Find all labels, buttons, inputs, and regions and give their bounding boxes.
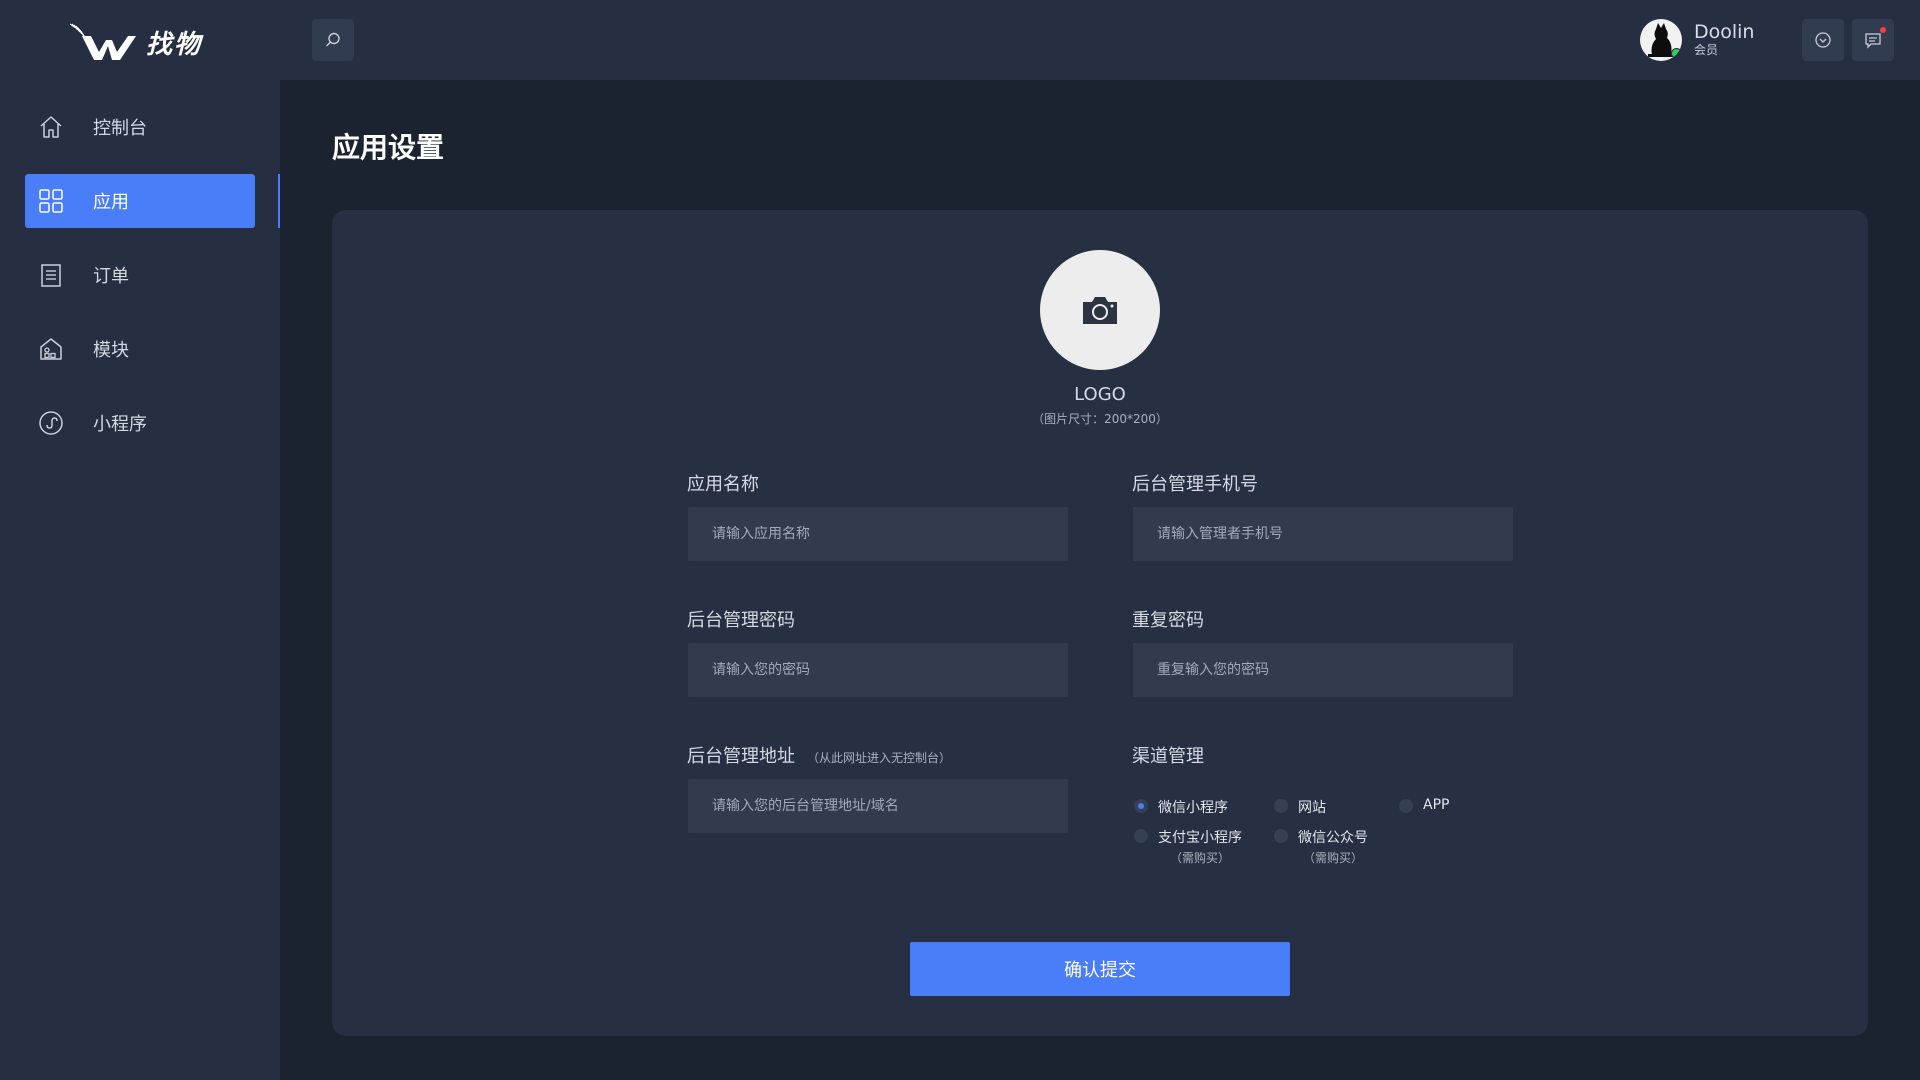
purchase-required-note: （需购买）: [1169, 851, 1230, 865]
logo-size-hint: （图片尺寸：200*200）: [1032, 412, 1168, 426]
admin-password-input[interactable]: [688, 643, 1068, 697]
sidebar-item-apps[interactable]: 应用: [25, 174, 255, 228]
sidebar-item-modules[interactable]: 模块: [25, 322, 255, 376]
dropdown-button[interactable]: [1802, 19, 1844, 61]
channel-radio-website[interactable]: 网站: [1274, 797, 1326, 817]
channel-radio-wechat-official[interactable]: 微信公众号 （需购买）: [1274, 827, 1368, 866]
repeat-password-input[interactable]: [1133, 643, 1513, 697]
sidebar-item-miniprogram[interactable]: 小程序: [25, 396, 255, 450]
radio-label: 微信小程序: [1158, 800, 1228, 816]
active-indicator: [278, 174, 280, 228]
radio-dot[interactable]: [1399, 799, 1413, 813]
purchase-required-note: （需购买）: [1302, 851, 1363, 865]
admin-password-label: 后台管理密码: [687, 610, 795, 631]
radio-dot[interactable]: [1274, 829, 1288, 843]
admin-phone-input[interactable]: [1133, 507, 1513, 561]
sidebar-item-label: 模块: [93, 340, 129, 361]
radio-dot[interactable]: [1274, 799, 1288, 813]
online-status-dot: [1671, 48, 1682, 59]
camera-icon: [1083, 297, 1117, 324]
admin-phone-label: 后台管理手机号: [1132, 474, 1258, 495]
user-role: 会员: [1694, 43, 1719, 58]
sidebar-item-label: 应用: [93, 192, 129, 213]
home-icon: [37, 113, 65, 141]
avatar[interactable]: [1640, 19, 1682, 61]
radio-label: 支付宝小程序: [1158, 830, 1242, 846]
submit-button[interactable]: 确认提交: [910, 942, 1290, 996]
sidebar-item-label: 小程序: [93, 414, 147, 435]
message-icon: [1865, 33, 1881, 49]
channel-radio-wechat-miniprogram[interactable]: 微信小程序: [1134, 797, 1228, 817]
radio-label: APP: [1423, 797, 1450, 813]
logo-label: LOGO: [1074, 384, 1126, 405]
miniprogram-icon: [37, 409, 65, 437]
sidebar-item-label: 订单: [93, 266, 129, 287]
brand-logo[interactable]: 找物: [66, 18, 226, 66]
page-title: 应用设置: [332, 131, 445, 164]
user-profile[interactable]: Doolin 会员: [1640, 18, 1754, 62]
clipboard-icon: [37, 261, 65, 289]
radio-dot[interactable]: [1134, 829, 1148, 843]
admin-url-input[interactable]: [688, 779, 1068, 833]
grid-icon: [37, 187, 65, 215]
user-name: Doolin: [1694, 21, 1755, 44]
top-bar: 找物 Doolin 会员: [0, 0, 1920, 80]
brand-logo-text: 找物: [146, 29, 203, 60]
notification-dot: [1880, 27, 1886, 33]
sidebar-item-orders[interactable]: 订单: [25, 248, 255, 302]
sidebar: [0, 80, 280, 1080]
messages-button[interactable]: [1852, 19, 1894, 61]
search-button[interactable]: [312, 19, 354, 61]
module-house-icon: [37, 335, 65, 363]
radio-label: 网站: [1298, 800, 1326, 816]
settings-form-card: LOGO （图片尺寸：200*200） 应用名称 后台管理手机号 后台管理密码 …: [332, 210, 1868, 1036]
search-icon: [326, 32, 340, 47]
logo-upload-button[interactable]: [1040, 250, 1160, 370]
admin-url-label: 后台管理地址 （从此网址进入无控制台）: [687, 742, 951, 768]
radio-dot[interactable]: [1134, 799, 1148, 813]
admin-url-label-text: 后台管理地址: [687, 746, 795, 767]
brand-w-mark-icon: [69, 23, 136, 60]
chevron-down-circle-icon: [1815, 32, 1831, 48]
radio-label: 微信公众号: [1298, 830, 1368, 846]
admin-url-note: （从此网址进入无控制台）: [807, 751, 952, 765]
app-name-label: 应用名称: [687, 474, 759, 495]
sidebar-item-console[interactable]: 控制台: [25, 100, 255, 154]
sidebar-item-label: 控制台: [93, 118, 147, 139]
channel-radio-app[interactable]: APP: [1399, 797, 1449, 813]
channel-radio-alipay-miniprogram[interactable]: 支付宝小程序 （需购买）: [1134, 827, 1242, 866]
app-name-input[interactable]: [688, 507, 1068, 561]
channels-label: 渠道管理: [1132, 746, 1204, 767]
repeat-password-label: 重复密码: [1132, 610, 1204, 631]
